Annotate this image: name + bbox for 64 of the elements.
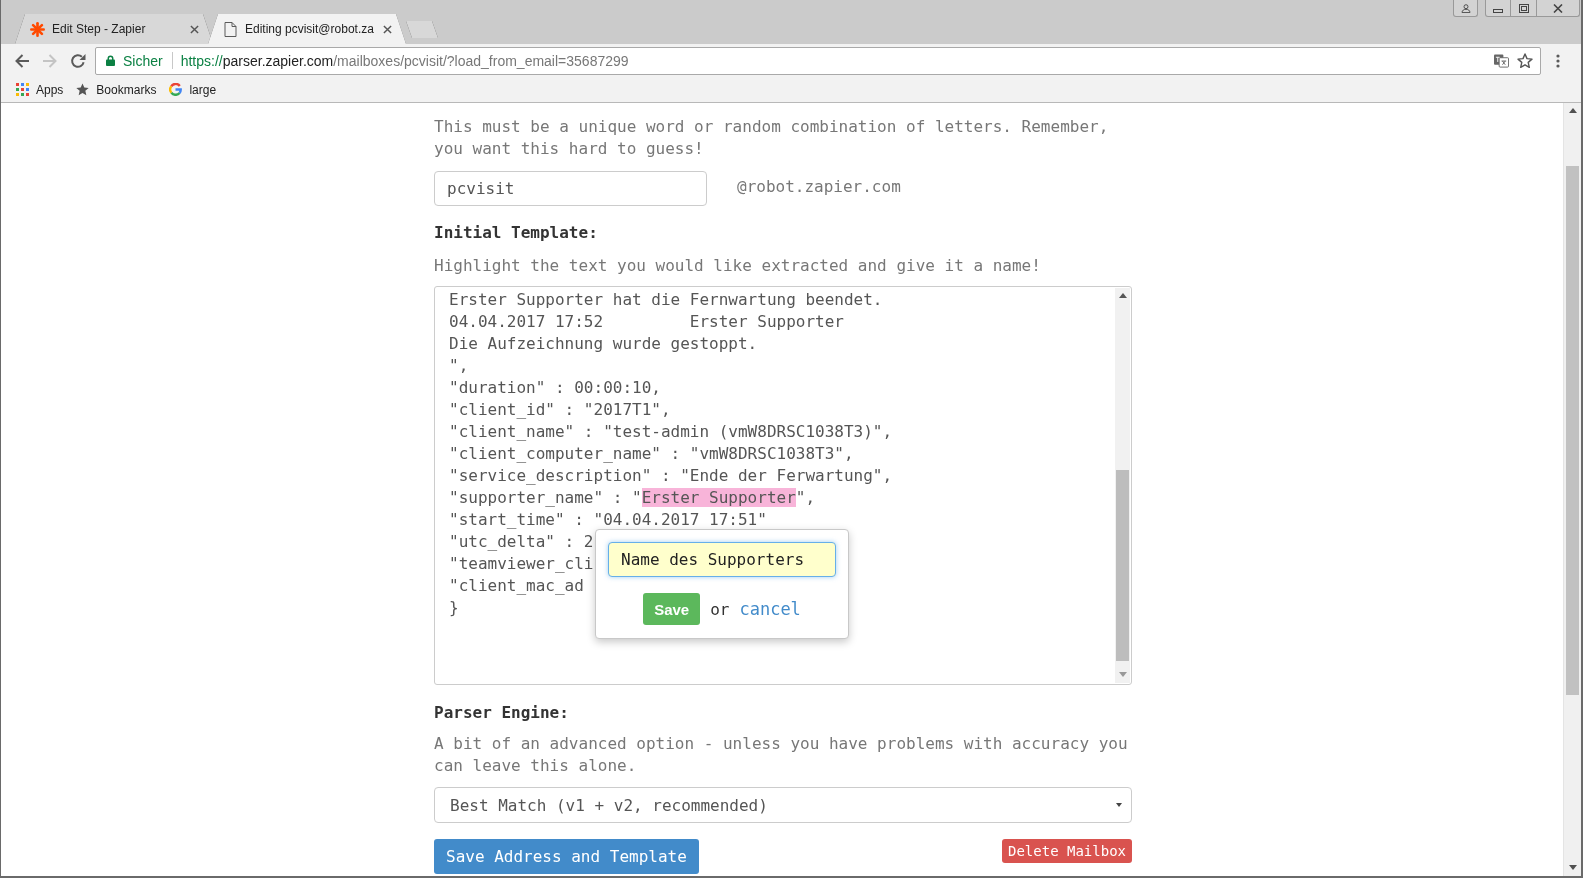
minimize-icon (1493, 8, 1503, 13)
security-label: Sicher (123, 52, 163, 69)
caret-down-icon (1116, 803, 1122, 807)
scroll-down-icon[interactable] (1568, 865, 1577, 870)
template-line: Erster Supporter hat die Fernwartung beendet. (449, 289, 883, 311)
template-text-area[interactable] (434, 286, 1132, 685)
template-line: "start_time" : "04.04.2017 17:51" (449, 509, 767, 531)
reload-icon[interactable] (70, 52, 86, 69)
template-line: "client_mac_ad (449, 575, 584, 597)
restore-icon (1518, 3, 1529, 13)
template-line: "client_name" : "test-admin (vmW8DRSC1038T3)", (449, 421, 893, 443)
hint-text: Highlight the text you would like extracted and give it a name! (434, 255, 1042, 277)
scroll-up-icon[interactable] (1568, 108, 1577, 113)
template-line: "teamviewer_cli (449, 553, 594, 575)
browser-tab[interactable]: Edit Step - Zapier (15, 14, 213, 44)
delete-button[interactable]: Delete Mailbox (1002, 839, 1132, 863)
template-line: "client_computer_name" : "vmW8DRSC1038T3", (449, 443, 854, 465)
template-line: 04.04.2017 17:52 Erster Supporter (449, 311, 844, 333)
template-line: ", (449, 355, 469, 377)
back-arrow-icon[interactable] (14, 52, 30, 69)
hint-text: This must be a unique word or random combination of letters. Remember, you want this hard to guess! (434, 116, 1110, 160)
close-window-button[interactable] (1537, 0, 1580, 17)
url-text[interactable]: https://parser.zapier.com/mailboxes/pcvisit/?load_from_email=35687299 (180, 52, 629, 69)
scrollbar-thumb[interactable] (1116, 470, 1129, 661)
address-bar[interactable]: Sicher https://parser.zapier.com/mailboxes/pcvisit/?load_from_email=35687299 (95, 46, 1541, 75)
name-input[interactable]: Name des Supporters (608, 542, 836, 577)
or-label: or (710, 599, 730, 619)
apps-grid-icon (16, 83, 29, 96)
close-icon[interactable] (190, 24, 199, 34)
scrollbar-thumb[interactable] (1566, 166, 1579, 695)
g-logo-icon (169, 83, 183, 96)
cancel-link[interactable]: cancel (739, 599, 801, 619)
template-line: "service_description" : "Ende der Ferwartung", (449, 465, 893, 487)
asterisk-logo-icon (30, 21, 45, 37)
browser-tab[interactable]: Editing pcvisit@robot.za (208, 14, 406, 44)
menu-icon[interactable] (1556, 53, 1560, 68)
template-line: Die Aufzeichnung wurde gestoppt. (449, 333, 758, 355)
template-line: "client_id" : "2017T1", (449, 399, 671, 421)
translate-icon[interactable] (1494, 53, 1509, 68)
close-icon (1553, 3, 1563, 13)
template-line: "supporter_name" : "Erster Supporter", (449, 487, 816, 509)
bookmark-star-icon[interactable] (1517, 52, 1533, 69)
save-template-button[interactable]: Save Address and Template (434, 839, 699, 874)
bookmark-item[interactable]: Bookmarks (76, 82, 157, 97)
document-icon (223, 21, 238, 37)
person-icon (1460, 3, 1471, 13)
bookmark-item[interactable]: large (169, 82, 217, 97)
bookmark-item[interactable]: Apps (16, 82, 64, 97)
parser-engine-select[interactable]: Best Match (v1 + v2, recommended) (434, 787, 1132, 823)
close-icon[interactable] (383, 24, 392, 34)
section-label: Initial Template: (434, 222, 598, 244)
scroll-up-icon[interactable] (1118, 293, 1127, 298)
lock-icon (106, 55, 115, 66)
restore-button[interactable] (1511, 0, 1537, 17)
template-line: } (449, 597, 459, 619)
domain-suffix: @robot.zapier.com (737, 177, 901, 196)
template-line: "duration" : 00:00:10, (449, 377, 661, 399)
address-input[interactable]: pcvisit (434, 171, 707, 206)
star-icon (76, 83, 90, 96)
profile-button[interactable] (1453, 0, 1478, 17)
section-label: Parser Engine: (434, 702, 569, 724)
hint-text: A bit of an advanced option - unless you have problems with accuracy you can leave this alone. (434, 733, 1129, 777)
minimize-button[interactable] (1485, 0, 1511, 17)
template-line: "utc_delta" : 2 (449, 531, 594, 553)
